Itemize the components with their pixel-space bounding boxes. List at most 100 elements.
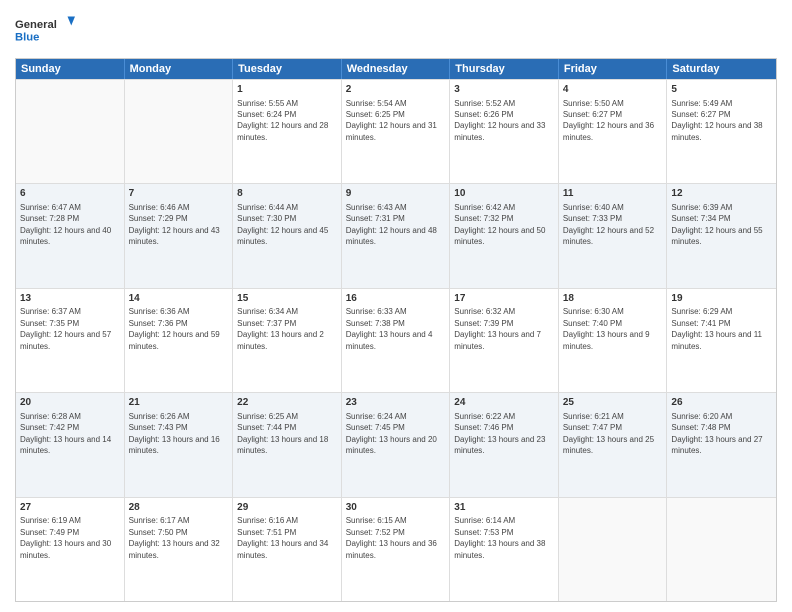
day-number: 2 xyxy=(346,83,446,97)
header-cell-wednesday: Wednesday xyxy=(342,59,451,79)
cell-sun-info: Sunrise: 5:54 AM Sunset: 6:25 PM Dayligh… xyxy=(346,99,437,142)
day-number: 29 xyxy=(237,501,337,515)
day-number: 20 xyxy=(20,396,120,410)
cal-cell-day-4: 4Sunrise: 5:50 AM Sunset: 6:27 PM Daylig… xyxy=(559,80,668,183)
cal-cell-day-24: 24Sunrise: 6:22 AM Sunset: 7:46 PM Dayli… xyxy=(450,393,559,496)
page: General Blue SundayMondayTuesdayWednesda… xyxy=(0,0,792,612)
day-number: 4 xyxy=(563,83,663,97)
day-number: 5 xyxy=(671,83,772,97)
cal-week-1: 1Sunrise: 5:55 AM Sunset: 6:24 PM Daylig… xyxy=(16,79,776,183)
cell-sun-info: Sunrise: 5:52 AM Sunset: 6:26 PM Dayligh… xyxy=(454,99,545,142)
header-cell-sunday: Sunday xyxy=(16,59,125,79)
cal-cell-day-16: 16Sunrise: 6:33 AM Sunset: 7:38 PM Dayli… xyxy=(342,289,451,392)
calendar-header-row: SundayMondayTuesdayWednesdayThursdayFrid… xyxy=(16,59,776,79)
cal-cell-day-1: 1Sunrise: 5:55 AM Sunset: 6:24 PM Daylig… xyxy=(233,80,342,183)
day-number: 25 xyxy=(563,396,663,410)
cal-week-4: 20 Sunrise: 6:28 AM Sunset: 7:42 PM Dayli… xyxy=(16,392,776,496)
cal-cell-day-30: 30Sunrise: 6:15 AM Sunset: 7:52 PM Dayli… xyxy=(342,498,451,601)
cell-sun-info: Sunrise: 6:42 AM Sunset: 7:32 PM Dayligh… xyxy=(454,203,545,246)
day-number: 6 xyxy=(20,187,120,201)
day-number: 8 xyxy=(237,187,337,201)
day-number: 17 xyxy=(454,292,554,306)
cell-sun-info: Sunrise: 6:44 AM Sunset: 7:30 PM Dayligh… xyxy=(237,203,328,246)
day-number: 18 xyxy=(563,292,663,306)
cal-cell-day-5: 5 Sunrise: 5:49 AM Sunset: 6:27 PM Daylig… xyxy=(667,80,776,183)
cell-sun-info: Sunrise: 6:20 AM Sunset: 7:48 PM Dayligh… xyxy=(671,412,762,455)
cell-sun-info: Sunrise: 6:28 AM Sunset: 7:42 PM Dayligh… xyxy=(20,412,111,455)
day-number: 16 xyxy=(346,292,446,306)
day-number: 19 xyxy=(671,292,772,306)
svg-text:General: General xyxy=(15,19,57,31)
cell-sun-info: Sunrise: 6:30 AM Sunset: 7:40 PM Dayligh… xyxy=(563,307,650,350)
cell-sun-info: Sunrise: 5:49 AM Sunset: 6:27 PM Dayligh… xyxy=(671,99,762,142)
day-number: 9 xyxy=(346,187,446,201)
day-number: 15 xyxy=(237,292,337,306)
cell-sun-info: Sunrise: 6:29 AM Sunset: 7:41 PM Dayligh… xyxy=(671,307,762,350)
cell-sun-info: Sunrise: 6:26 AM Sunset: 7:43 PM Dayligh… xyxy=(129,412,220,455)
day-number: 11 xyxy=(563,187,663,201)
cell-sun-info: Sunrise: 6:32 AM Sunset: 7:39 PM Dayligh… xyxy=(454,307,541,350)
day-number: 28 xyxy=(129,501,229,515)
cal-cell-day-25: 25Sunrise: 6:21 AM Sunset: 7:47 PM Dayli… xyxy=(559,393,668,496)
cal-cell-day-17: 17Sunrise: 6:32 AM Sunset: 7:39 PM Dayli… xyxy=(450,289,559,392)
cell-sun-info: Sunrise: 6:15 AM Sunset: 7:52 PM Dayligh… xyxy=(346,516,437,559)
header-cell-friday: Friday xyxy=(559,59,668,79)
cal-cell-day-18: 18Sunrise: 6:30 AM Sunset: 7:40 PM Dayli… xyxy=(559,289,668,392)
cell-sun-info: Sunrise: 6:43 AM Sunset: 7:31 PM Dayligh… xyxy=(346,203,437,246)
cell-sun-info: Sunrise: 6:14 AM Sunset: 7:53 PM Dayligh… xyxy=(454,516,545,559)
cal-week-5: 27Sunrise: 6:19 AM Sunset: 7:49 PM Dayli… xyxy=(16,497,776,601)
day-number: 1 xyxy=(237,83,337,97)
cal-week-3: 13Sunrise: 6:37 AM Sunset: 7:35 PM Dayli… xyxy=(16,288,776,392)
cal-cell-day-14: 14Sunrise: 6:36 AM Sunset: 7:36 PM Dayli… xyxy=(125,289,234,392)
cell-sun-info: Sunrise: 6:47 AM Sunset: 7:28 PM Dayligh… xyxy=(20,203,111,246)
cal-cell-day-26: 26 Sunrise: 6:20 AM Sunset: 7:48 PM Dayli… xyxy=(667,393,776,496)
day-number: 13 xyxy=(20,292,120,306)
cell-sun-info: Sunrise: 6:17 AM Sunset: 7:50 PM Dayligh… xyxy=(129,516,220,559)
cal-cell-day-12: 12Sunrise: 6:39 AM Sunset: 7:34 PM Dayli… xyxy=(667,184,776,287)
cal-cell-day-27: 27Sunrise: 6:19 AM Sunset: 7:49 PM Dayli… xyxy=(16,498,125,601)
calendar: SundayMondayTuesdayWednesdayThursdayFrid… xyxy=(15,58,777,602)
header-cell-thursday: Thursday xyxy=(450,59,559,79)
cell-sun-info: Sunrise: 6:33 AM Sunset: 7:38 PM Dayligh… xyxy=(346,307,433,350)
day-number: 23 xyxy=(346,396,446,410)
day-number: 21 xyxy=(129,396,229,410)
day-number: 24 xyxy=(454,396,554,410)
cell-sun-info: Sunrise: 6:19 AM Sunset: 7:49 PM Dayligh… xyxy=(20,516,111,559)
cal-cell-empty-4-5 xyxy=(559,498,668,601)
cal-cell-day-21: 21 Sunrise: 6:26 AM Sunset: 7:43 PM Dayli… xyxy=(125,393,234,496)
cal-cell-day-23: 23 Sunrise: 6:24 AM Sunset: 7:45 PM Dayli… xyxy=(342,393,451,496)
header: General Blue xyxy=(15,10,777,50)
cal-cell-day-8: 8 Sunrise: 6:44 AM Sunset: 7:30 PM Daylig… xyxy=(233,184,342,287)
day-number: 26 xyxy=(671,396,772,410)
header-cell-monday: Monday xyxy=(125,59,234,79)
cal-cell-day-29: 29Sunrise: 6:16 AM Sunset: 7:51 PM Dayli… xyxy=(233,498,342,601)
cal-cell-day-6: 6 Sunrise: 6:47 AM Sunset: 7:28 PM Daylig… xyxy=(16,184,125,287)
cell-sun-info: Sunrise: 6:40 AM Sunset: 7:33 PM Dayligh… xyxy=(563,203,654,246)
cal-cell-day-3: 3 Sunrise: 5:52 AM Sunset: 6:26 PM Daylig… xyxy=(450,80,559,183)
cell-sun-info: Sunrise: 6:16 AM Sunset: 7:51 PM Dayligh… xyxy=(237,516,328,559)
cal-week-2: 6 Sunrise: 6:47 AM Sunset: 7:28 PM Daylig… xyxy=(16,183,776,287)
cal-cell-day-2: 2 Sunrise: 5:54 AM Sunset: 6:25 PM Daylig… xyxy=(342,80,451,183)
day-number: 14 xyxy=(129,292,229,306)
cell-sun-info: Sunrise: 6:46 AM Sunset: 7:29 PM Dayligh… xyxy=(129,203,220,246)
cal-cell-day-13: 13Sunrise: 6:37 AM Sunset: 7:35 PM Dayli… xyxy=(16,289,125,392)
cell-sun-info: Sunrise: 6:24 AM Sunset: 7:45 PM Dayligh… xyxy=(346,412,437,455)
cal-cell-day-20: 20 Sunrise: 6:28 AM Sunset: 7:42 PM Dayli… xyxy=(16,393,125,496)
day-number: 27 xyxy=(20,501,120,515)
cal-cell-day-31: 31Sunrise: 6:14 AM Sunset: 7:53 PM Dayli… xyxy=(450,498,559,601)
day-number: 30 xyxy=(346,501,446,515)
day-number: 12 xyxy=(671,187,772,201)
cal-cell-day-7: 7Sunrise: 6:46 AM Sunset: 7:29 PM Daylig… xyxy=(125,184,234,287)
cal-cell-day-9: 9 Sunrise: 6:43 AM Sunset: 7:31 PM Daylig… xyxy=(342,184,451,287)
logo-svg: General Blue xyxy=(15,10,75,50)
cell-sun-info: Sunrise: 6:37 AM Sunset: 7:35 PM Dayligh… xyxy=(20,307,111,350)
cell-sun-info: Sunrise: 6:36 AM Sunset: 7:36 PM Dayligh… xyxy=(129,307,220,350)
logo: General Blue xyxy=(15,10,75,50)
cal-cell-empty-0-0 xyxy=(16,80,125,183)
cell-sun-info: Sunrise: 6:34 AM Sunset: 7:37 PM Dayligh… xyxy=(237,307,324,350)
cal-cell-day-19: 19Sunrise: 6:29 AM Sunset: 7:41 PM Dayli… xyxy=(667,289,776,392)
cal-cell-day-28: 28Sunrise: 6:17 AM Sunset: 7:50 PM Dayli… xyxy=(125,498,234,601)
cell-sun-info: Sunrise: 6:25 AM Sunset: 7:44 PM Dayligh… xyxy=(237,412,328,455)
day-number: 3 xyxy=(454,83,554,97)
day-number: 22 xyxy=(237,396,337,410)
